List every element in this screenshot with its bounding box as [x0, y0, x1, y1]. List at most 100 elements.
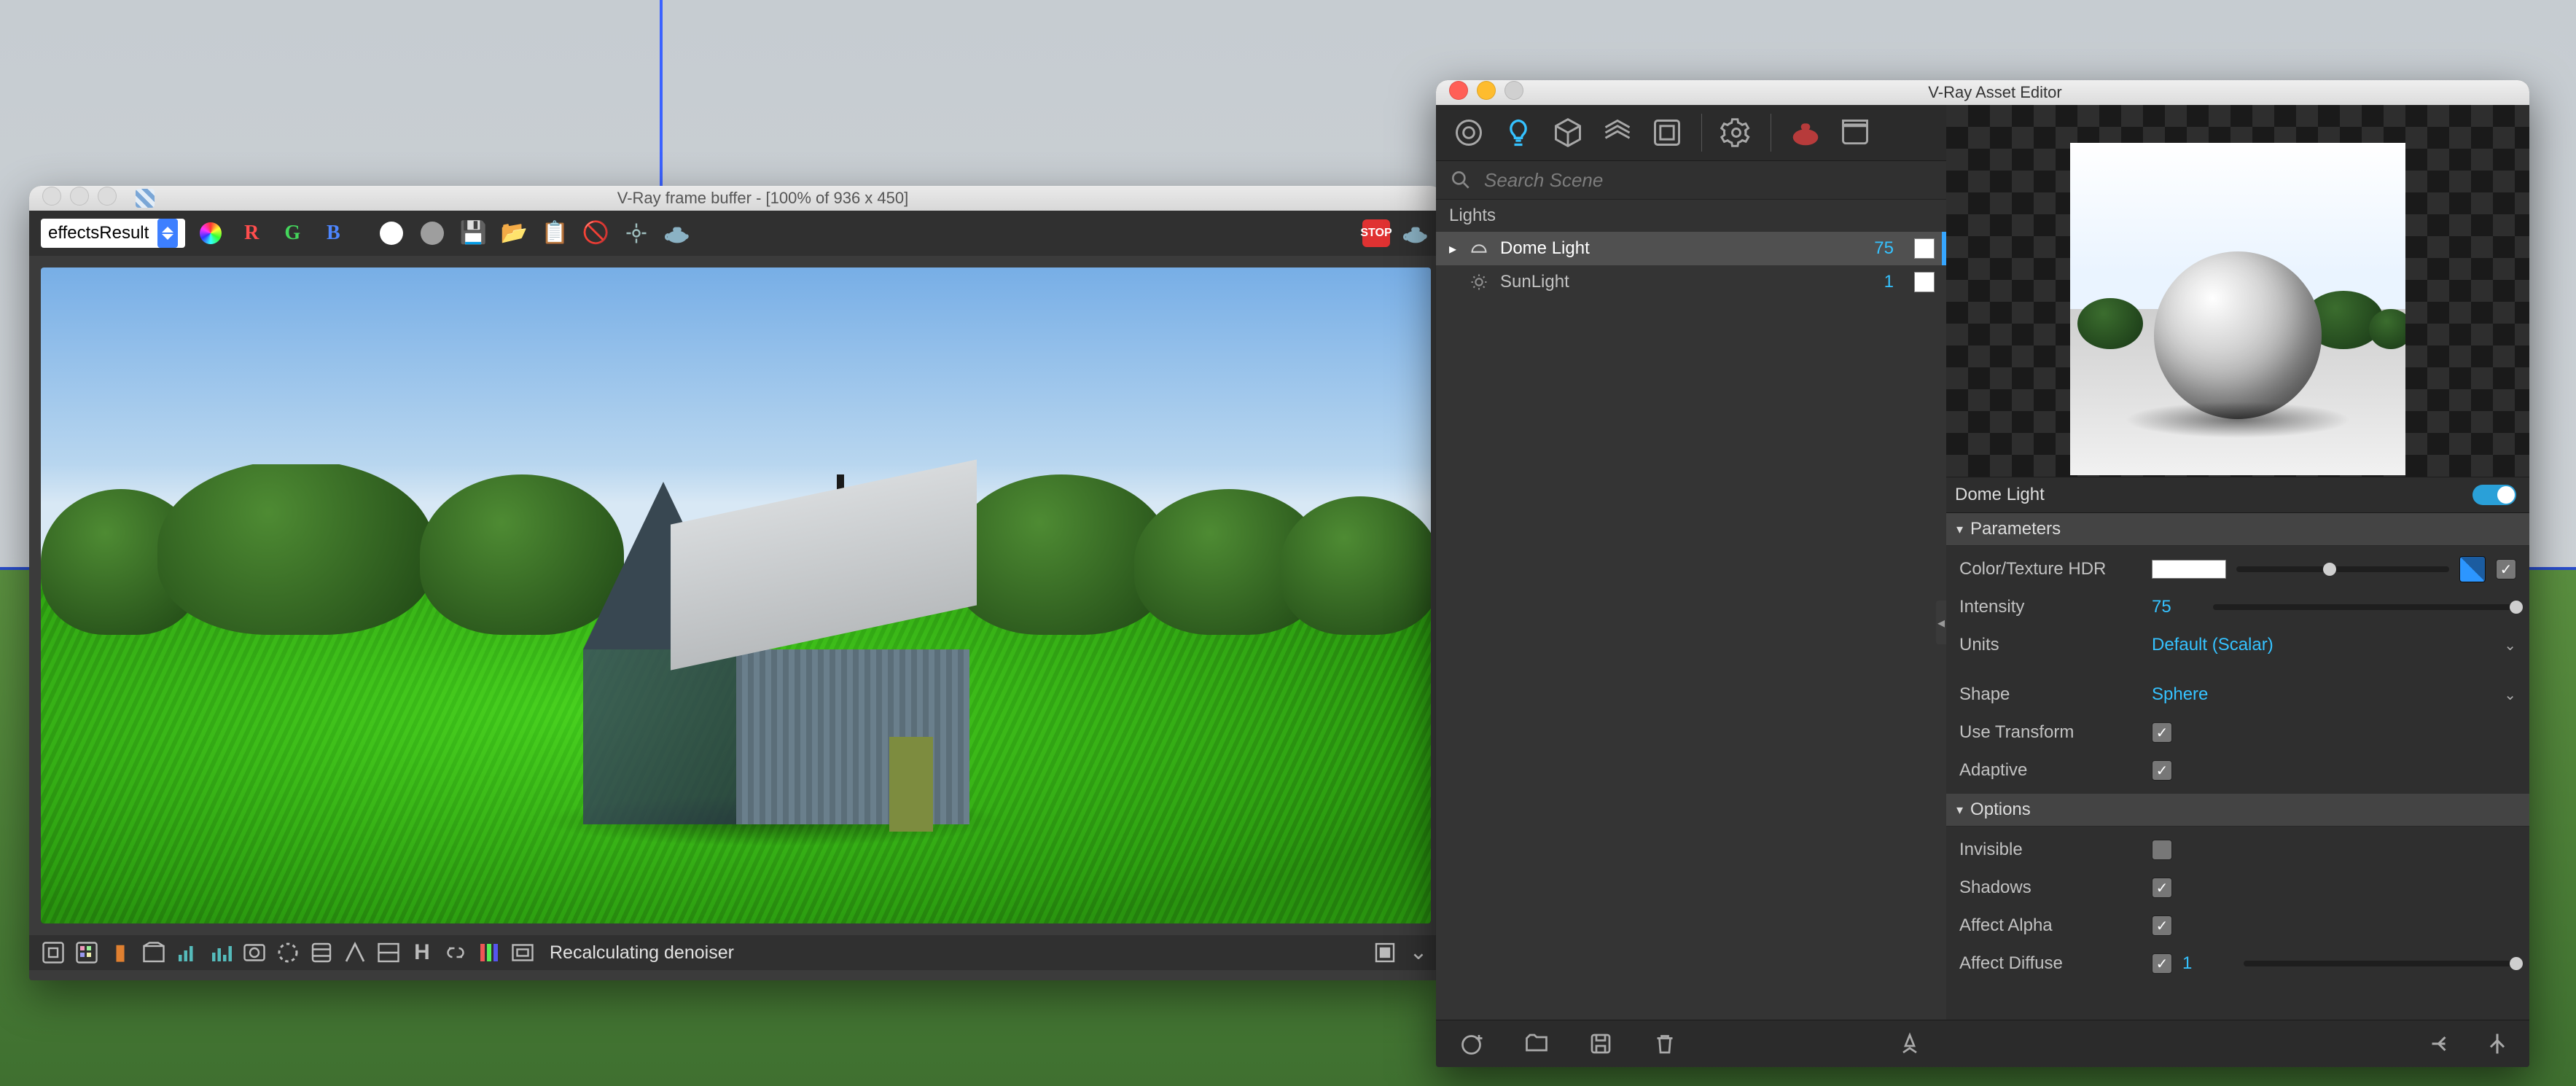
dropdown-caret-icon[interactable] [157, 219, 178, 248]
force-color-clamp-icon[interactable]: ▮ [106, 939, 134, 966]
alpha-channel-icon[interactable] [376, 218, 407, 249]
clipboard-icon[interactable]: 📋 [539, 218, 570, 249]
row-intensity: Intensity 75 [1946, 588, 2529, 626]
render-viewport[interactable] [41, 267, 1431, 923]
delete-asset-icon[interactable] [1650, 1029, 1679, 1058]
lights-tab-icon[interactable] [1499, 113, 1538, 152]
search-bar [1436, 161, 1946, 200]
ae-titlebar[interactable]: V-Ray Asset Editor [1436, 80, 2529, 105]
asset-item-sunlight[interactable]: SunLight 1 [1436, 265, 1946, 299]
asset-item-value: 1 [1884, 272, 1894, 292]
asset-item-swatch[interactable] [1914, 238, 1935, 259]
pixel-info-icon[interactable] [140, 939, 168, 966]
expand-corrections-icon[interactable]: ⌄ [1405, 939, 1432, 966]
stop-render-button[interactable]: STOP [1362, 219, 1390, 247]
shape-dropdown[interactable]: Sphere ⌄ [2152, 684, 2516, 705]
texture-enable-checkbox[interactable] [2496, 559, 2516, 579]
search-input[interactable] [1483, 168, 1933, 192]
lens-effects-icon[interactable] [241, 939, 268, 966]
render-teapot-icon[interactable] [662, 218, 692, 249]
sun-icon [1468, 271, 1490, 293]
save-asset-icon[interactable] [1586, 1029, 1615, 1058]
shadows-checkbox[interactable] [2152, 878, 2172, 898]
units-dropdown[interactable]: Default (Scalar) ⌄ [2152, 635, 2516, 655]
use-transform-checkbox[interactable] [2152, 722, 2172, 743]
preview-image[interactable] [2070, 143, 2405, 475]
region-render-icon[interactable] [39, 939, 67, 966]
asset-preview: 1⁄1 [1946, 105, 2529, 477]
row-color-texture: Color/Texture HDR [1946, 550, 2529, 588]
ae-left-pane: Lights ▸ Dome Light 75 Sun [1436, 105, 1946, 1067]
create-asset-icon[interactable] [1458, 1029, 1487, 1058]
show-vfb-toolbar-icon[interactable] [1371, 939, 1399, 966]
group-parameters[interactable]: ▾ Parameters [1946, 513, 2529, 546]
invisible-checkbox[interactable] [2152, 840, 2172, 860]
compare-vertical-icon[interactable]: H [408, 939, 436, 966]
vfb-ab-compare-icon[interactable] [341, 939, 369, 966]
color-bars-icon[interactable] [475, 939, 503, 966]
asset-enabled-toggle[interactable] [2472, 485, 2516, 505]
affect-diffuse-value[interactable]: 1 [2182, 953, 2233, 974]
nav-up-icon[interactable] [2483, 1029, 2512, 1058]
asset-item-label: Dome Light [1500, 238, 1864, 259]
nav-back-icon[interactable] [2427, 1029, 2456, 1058]
clear-image-icon[interactable]: 🚫 [580, 218, 611, 249]
adaptive-checkbox[interactable] [2152, 760, 2172, 781]
affect-diffuse-slider[interactable] [2244, 961, 2516, 966]
color-swatch[interactable] [2152, 560, 2226, 579]
vfb-titlebar[interactable]: V-Ray frame buffer - [100% of 936 x 450] [29, 186, 1443, 211]
blue-channel-button[interactable]: B [318, 218, 348, 249]
open-image-icon[interactable]: 📂 [499, 218, 529, 249]
row-shape: Shape Sphere ⌄ [1946, 676, 2529, 714]
intensity-value[interactable]: 75 [2152, 597, 2203, 617]
asset-list: ▸ Dome Light 75 SunLight 1 [1436, 232, 1946, 1020]
affect-diffuse-checkbox[interactable] [2152, 953, 2172, 974]
collapse-left-icon[interactable]: ◂ [1936, 601, 1946, 644]
color-slider[interactable] [2236, 566, 2449, 572]
rgb-channel-icon[interactable] [195, 218, 226, 249]
render-interactive-icon[interactable] [1786, 113, 1825, 152]
link-pdplayer-icon[interactable] [442, 939, 469, 966]
row-use-transform: Use Transform [1946, 714, 2529, 751]
intensity-slider[interactable] [2213, 604, 2516, 610]
mono-channel-icon[interactable] [417, 218, 448, 249]
ae-right-footer [1946, 1020, 2529, 1067]
pixel-aspect-icon[interactable] [509, 939, 536, 966]
render-last-teapot-icon[interactable] [1400, 218, 1431, 249]
render-production-icon[interactable] [1835, 113, 1875, 152]
histogram-curve-icon[interactable] [207, 939, 235, 966]
histogram-levels-icon[interactable] [173, 939, 201, 966]
asset-item-dome-light[interactable]: ▸ Dome Light 75 [1436, 232, 1946, 265]
color-corrections-icon[interactable] [73, 939, 101, 966]
compare-horizontal-icon[interactable] [375, 939, 402, 966]
red-channel-button[interactable]: R [236, 218, 267, 249]
window-controls[interactable] [42, 187, 125, 210]
channel-select[interactable]: effectsResult [41, 219, 185, 248]
window-controls[interactable] [1449, 81, 1532, 104]
asset-item-swatch[interactable] [1914, 272, 1935, 292]
chevron-down-icon: ⌄ [2504, 686, 2516, 704]
geometry-tab-icon[interactable] [1548, 113, 1588, 152]
row-invisible: Invisible [1946, 831, 2529, 869]
expand-arrow-icon[interactable]: ▸ [1448, 240, 1458, 258]
group-options[interactable]: ▾ Options [1946, 794, 2529, 827]
stamp-icon[interactable] [274, 939, 302, 966]
texture-button[interactable] [2459, 556, 2486, 582]
purge-unused-icon[interactable] [1895, 1029, 1924, 1058]
track-mouse-icon[interactable] [621, 218, 652, 249]
row-adaptive: Adaptive [1946, 751, 2529, 789]
textures-tab-icon[interactable] [1647, 113, 1687, 152]
render-elements-tab-icon[interactable] [1598, 113, 1637, 152]
settings-tab-icon[interactable] [1717, 113, 1756, 152]
affect-alpha-checkbox[interactable] [2152, 915, 2172, 936]
row-units: Units Default (Scalar) ⌄ [1946, 626, 2529, 664]
materials-tab-icon[interactable] [1449, 113, 1488, 152]
import-asset-icon[interactable] [1522, 1029, 1551, 1058]
green-channel-button[interactable]: G [277, 218, 308, 249]
options-block: Invisible Shadows Affect Alpha Affect Di… [1946, 827, 2529, 987]
vray-frame-buffer-window: V-Ray frame buffer - [100% of 936 x 450]… [29, 186, 1443, 980]
row-shadows: Shadows [1946, 869, 2529, 907]
save-image-icon[interactable]: 💾 [458, 218, 488, 249]
render-history-icon[interactable] [308, 939, 335, 966]
ae-category-tabs [1436, 105, 1946, 161]
